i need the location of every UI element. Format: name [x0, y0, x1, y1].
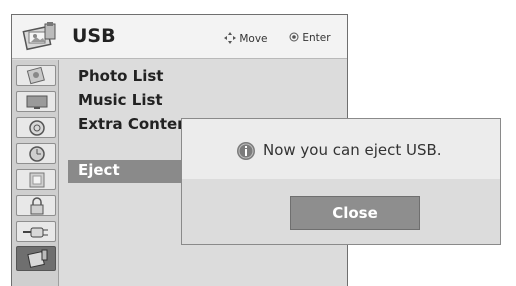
- page-title: USB: [72, 25, 116, 47]
- sidebar-item-monitor[interactable]: [16, 91, 56, 112]
- dialog-button-area: Close: [182, 179, 500, 244]
- sidebar-item-lock[interactable]: [16, 195, 56, 216]
- move-hint-label: Move: [239, 33, 268, 45]
- sidebar-item-clock[interactable]: [16, 143, 56, 164]
- lock-icon: [30, 197, 44, 215]
- info-icon: [237, 142, 255, 160]
- menu-header: USB Move Enter: [12, 15, 347, 59]
- disc-icon: [29, 120, 45, 136]
- move-hint: Move: [224, 32, 268, 45]
- close-button[interactable]: Close: [290, 196, 420, 230]
- ok-button-icon: [289, 32, 299, 42]
- enter-hint-label: Enter: [302, 32, 331, 44]
- sidebar-item-picture[interactable]: [16, 65, 56, 86]
- arrows-icon: [224, 32, 236, 44]
- sidebar-item-plug[interactable]: [16, 221, 56, 242]
- category-sidebar: [12, 60, 59, 286]
- sidebar-item-usb[interactable]: [16, 246, 56, 271]
- eject-dialog: Now you can eject USB. Close: [181, 118, 501, 245]
- picture-icon: [26, 66, 45, 85]
- usb-media-icon: [27, 249, 48, 268]
- menu-item-music-list[interactable]: Music List: [78, 91, 163, 109]
- menu-item-extra-content[interactable]: Extra Content: [78, 115, 195, 133]
- monitor-icon: [26, 95, 48, 109]
- dialog-message-area: Now you can eject USB.: [182, 119, 500, 179]
- enter-hint: Enter: [289, 32, 331, 44]
- menu-item-photo-list[interactable]: Photo List: [78, 67, 163, 85]
- clock-icon: [29, 146, 45, 162]
- frame-icon: [29, 172, 45, 188]
- usb-media-icon: [22, 22, 56, 51]
- sidebar-item-frame[interactable]: [16, 169, 56, 190]
- dialog-message: Now you can eject USB.: [263, 141, 442, 159]
- plug-icon: [23, 227, 48, 238]
- sidebar-item-disc[interactable]: [16, 117, 56, 138]
- menu-item-eject-label: Eject: [78, 161, 120, 179]
